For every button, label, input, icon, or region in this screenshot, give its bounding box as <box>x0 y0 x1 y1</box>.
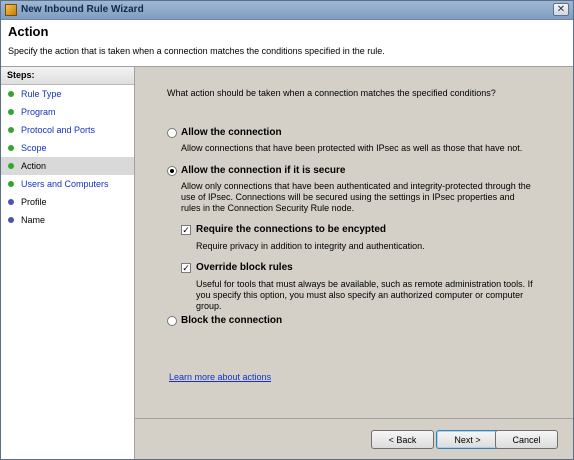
require-encryption-checkbox[interactable]: ✓ <box>181 225 191 235</box>
override-block-description: Useful for tools that must always be ava… <box>196 279 533 311</box>
cancel-button[interactable]: Cancel <box>495 430 558 449</box>
block-connection-label[interactable]: Block the connection <box>181 315 282 326</box>
step-label: Protocol and Ports <box>21 125 96 135</box>
block-connection-radio[interactable] <box>167 316 177 326</box>
firewall-app-icon <box>5 4 17 16</box>
wizard-window: New Inbound Rule Wizard ✕ Action Specify… <box>0 0 574 460</box>
step-status-dot-icon <box>8 181 14 187</box>
allow-secure-description: Allow only connections that have been au… <box>181 181 531 213</box>
step-name: Name <box>1 211 134 229</box>
checkmark-icon: ✓ <box>182 263 190 273</box>
steps-heading: Steps: <box>1 67 134 85</box>
checkmark-icon: ✓ <box>182 225 190 235</box>
require-encryption-label[interactable]: Require the connections to be encypted <box>196 224 386 235</box>
title-bar[interactable]: New Inbound Rule Wizard ✕ <box>1 1 573 20</box>
next-button[interactable]: Next > <box>436 430 499 449</box>
page-description: Specify the action that is taken when a … <box>8 46 385 56</box>
steps-panel: Steps: Rule Type Program Protocol and Po… <box>1 67 135 459</box>
step-users-and-computers[interactable]: Users and Computers <box>1 175 134 193</box>
back-button[interactable]: < Back <box>371 430 434 449</box>
step-protocol-and-ports[interactable]: Protocol and Ports <box>1 121 134 139</box>
step-status-dot-icon <box>8 91 14 97</box>
wizard-header: Action Specify the action that is taken … <box>1 20 573 67</box>
step-scope[interactable]: Scope <box>1 139 134 157</box>
button-divider <box>135 418 573 419</box>
close-button[interactable]: ✕ <box>553 3 569 16</box>
step-label: Scope <box>21 143 47 153</box>
step-status-dot-icon <box>8 145 14 151</box>
step-status-dot-icon <box>8 163 14 169</box>
step-label: Users and Computers <box>21 179 109 189</box>
page-title: Action <box>8 24 49 39</box>
step-action[interactable]: Action <box>1 157 134 175</box>
step-label: Name <box>21 215 46 225</box>
step-status-dot-icon <box>8 217 14 223</box>
step-label: Profile <box>21 197 47 207</box>
step-status-dot-icon <box>8 109 14 115</box>
step-status-dot-icon <box>8 127 14 133</box>
learn-more-link[interactable]: Learn more about actions <box>169 372 271 382</box>
step-label: Rule Type <box>21 89 62 99</box>
step-label: Program <box>21 107 56 117</box>
allow-connection-label[interactable]: Allow the connection <box>181 127 282 138</box>
override-block-label[interactable]: Override block rules <box>196 262 293 273</box>
step-label: Action <box>21 161 47 171</box>
step-rule-type[interactable]: Rule Type <box>1 85 134 103</box>
step-profile: Profile <box>1 193 134 211</box>
allow-secure-radio[interactable] <box>167 166 177 176</box>
allow-connection-radio[interactable] <box>167 128 177 138</box>
window-title: New Inbound Rule Wizard <box>21 4 144 15</box>
action-question: What action should be taken when a conne… <box>167 88 496 98</box>
allow-secure-label[interactable]: Allow the connection if it is secure <box>181 165 345 176</box>
override-block-checkbox[interactable]: ✓ <box>181 263 191 273</box>
close-icon: ✕ <box>556 4 566 15</box>
step-status-dot-icon <box>8 199 14 205</box>
allow-connection-description: Allow connections that have been protect… <box>181 143 523 153</box>
require-encryption-description: Require privacy in addition to integrity… <box>196 241 425 251</box>
action-panel: What action should be taken when a conne… <box>135 67 573 459</box>
step-program[interactable]: Program <box>1 103 134 121</box>
